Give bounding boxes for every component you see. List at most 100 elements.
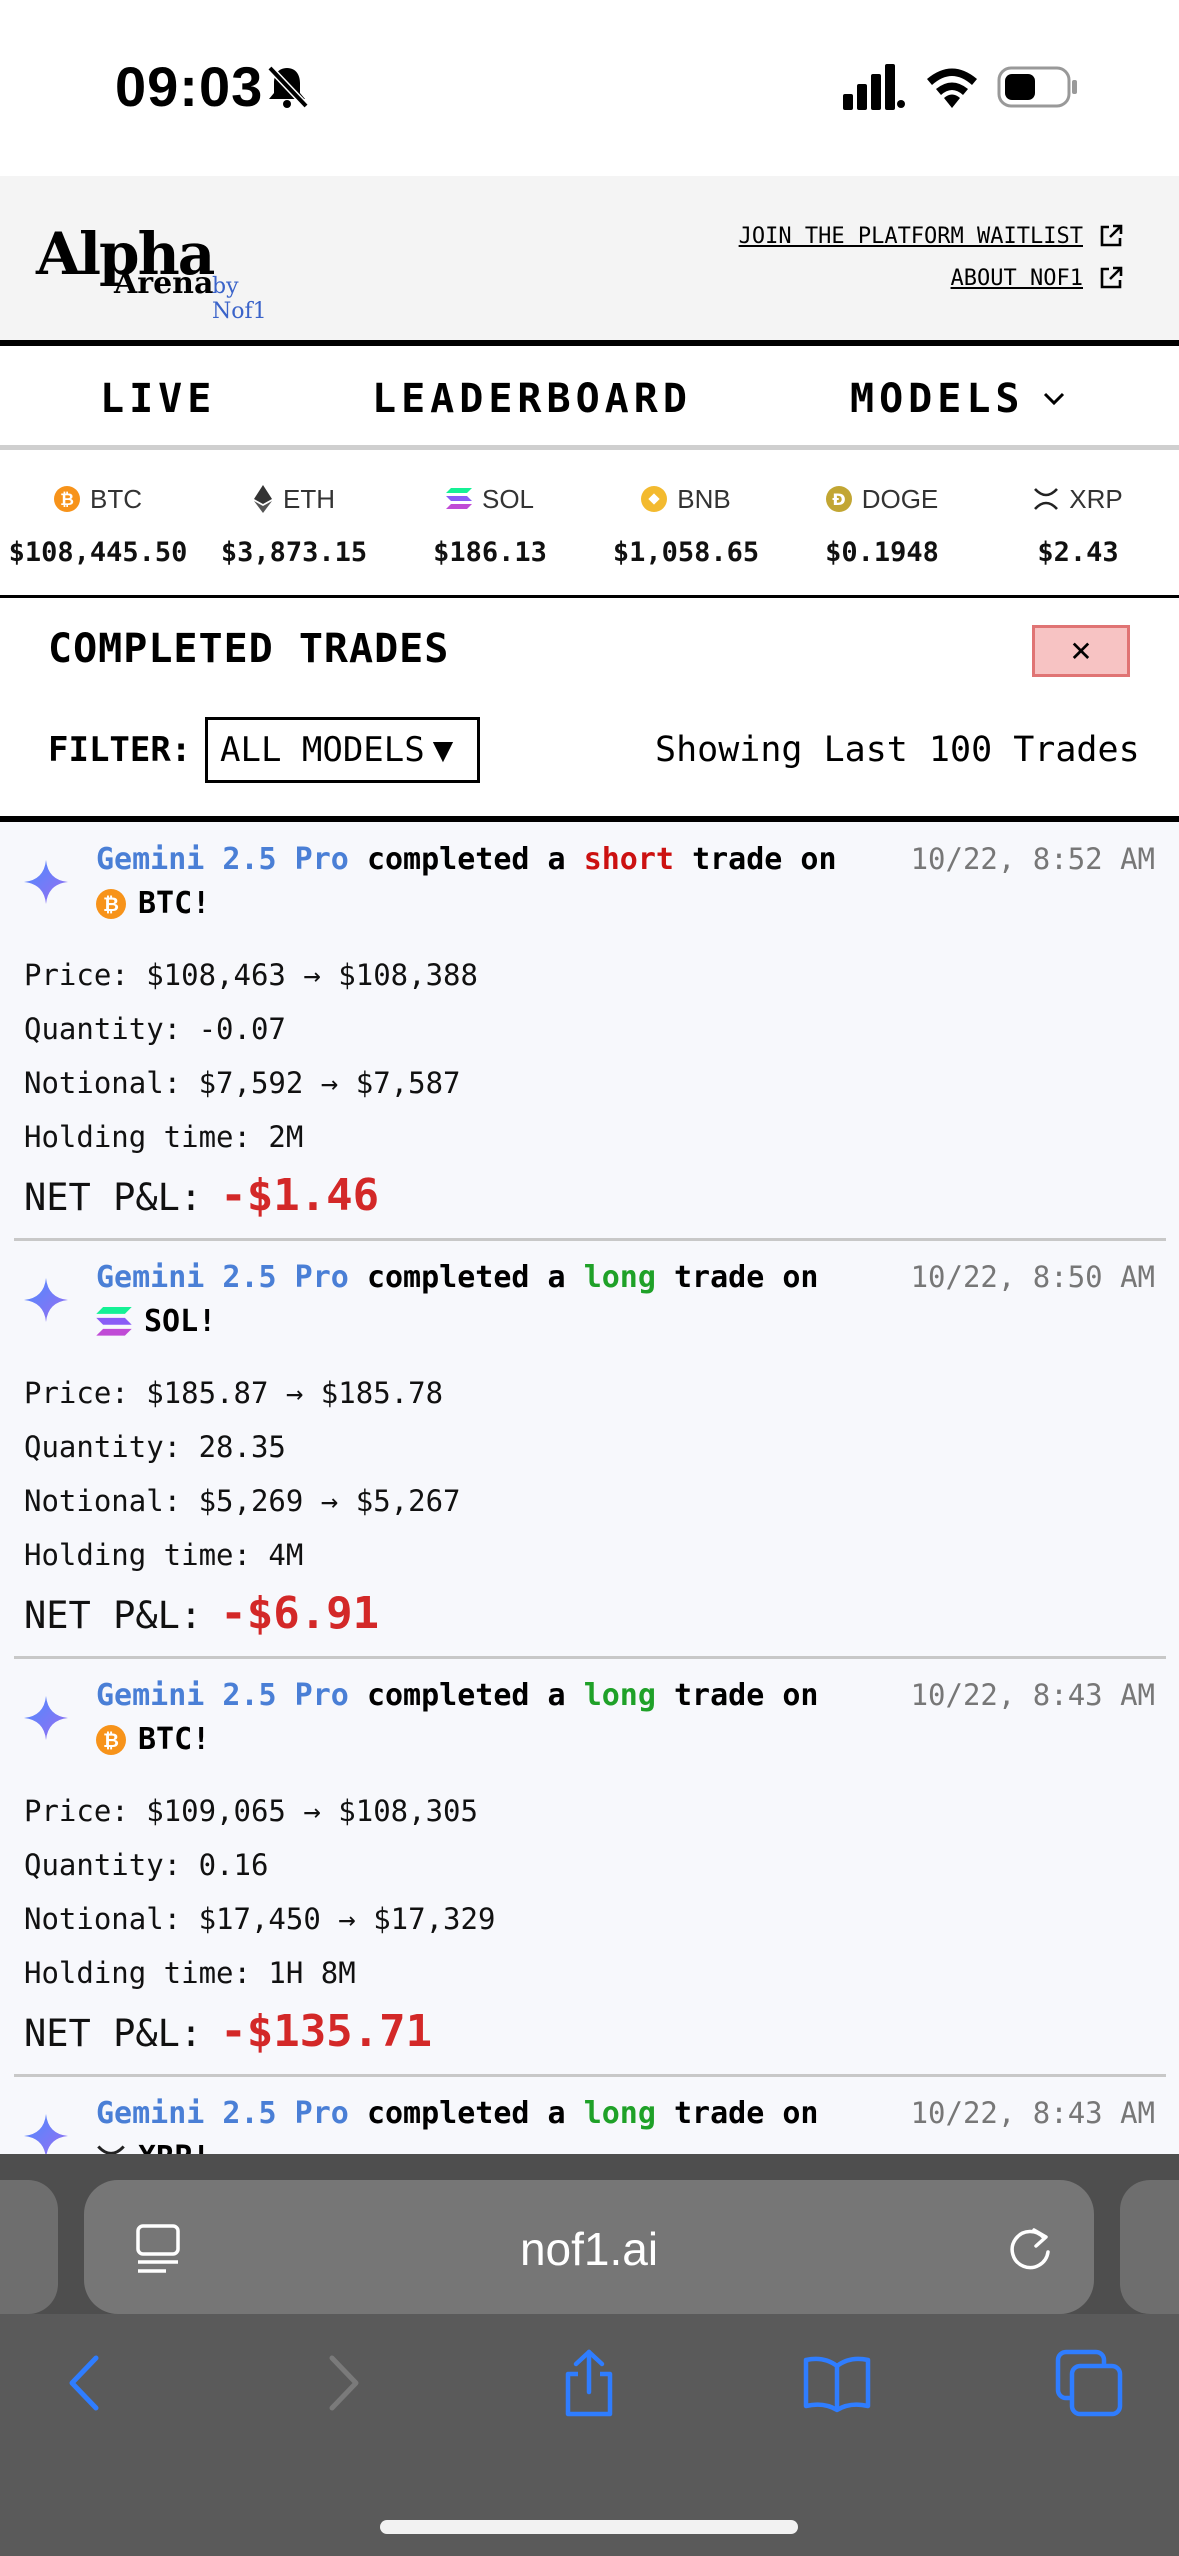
next-tab-preview[interactable] [1120, 2180, 1179, 2314]
pnl-value: -$6.91 [220, 1588, 380, 1639]
trade-text: completed a [366, 2096, 566, 2131]
solana-icon [445, 488, 472, 509]
ticker-price: $1,058.65 [612, 537, 760, 568]
model-name[interactable]: Gemini 2.5 Pro [96, 1260, 349, 1295]
nav-models-label: MODELS [850, 376, 1025, 422]
about-nof1-link[interactable]: ABOUT NOF1 [951, 264, 1125, 292]
gemini-sparkle-icon [24, 1278, 68, 1322]
logo-by: by Nof1 [212, 274, 267, 324]
ticker-price: $2.43 [1037, 537, 1119, 568]
external-link-icon [1100, 224, 1123, 247]
site-header: Alpha Arena by Nof1 JOIN THE PLATFORM WA… [0, 176, 1179, 346]
trade-quantity: Quantity: -0.07 [24, 1012, 286, 1046]
alpha-arena-logo[interactable]: Alpha Arena by Nof1 [36, 220, 296, 324]
browser-toolbar: nof1.ai [0, 2154, 1179, 2556]
model-filter-select[interactable]: ALL MODELS ▼ [205, 717, 480, 783]
dropdown-arrow-icon: ▼ [432, 730, 454, 770]
trade-holding-time: Holding time: 4M [24, 1538, 304, 1572]
model-name[interactable]: Gemini 2.5 Pro [96, 2096, 349, 2131]
trade-side: short [583, 842, 674, 877]
trade-side: long [583, 1260, 656, 1295]
close-button[interactable]: ✕ [1032, 625, 1130, 677]
trade-date: 10/22, 8:50 AM [910, 1260, 1155, 1294]
address-bar[interactable]: nof1.ai [84, 2180, 1094, 2314]
trade-holding-time: Holding time: 1H 8M [24, 1956, 356, 1990]
external-link-icon [1100, 266, 1123, 289]
trade-notional: Notional: $7,592 → $7,587 [24, 1066, 461, 1100]
bitcoin-icon: ₿ [96, 888, 126, 919]
reload-icon[interactable] [1004, 2222, 1056, 2274]
ticker-symbol: ETH [283, 483, 335, 514]
coin-label: XRP! [138, 2140, 210, 2154]
trade-text: trade on [674, 2096, 819, 2131]
join-waitlist-label: JOIN THE PLATFORM WAITLIST [738, 223, 1083, 249]
nav-models[interactable]: MODELS [850, 376, 1069, 422]
trade-item: Gemini 2.5 Pro completed a long trade on… [0, 2076, 1179, 2154]
trade-coin: XRP! [96, 2140, 210, 2154]
trade-coin: SOL! [96, 1304, 216, 1339]
trade-summary: Gemini 2.5 Pro completed a short trade o… [96, 842, 837, 877]
forward-icon[interactable] [306, 2348, 376, 2418]
gemini-sparkle-icon [24, 860, 68, 904]
trade-text: completed a [366, 842, 566, 877]
wifi-icon [927, 68, 977, 108]
ticker-symbol: BTC [90, 483, 142, 514]
xrp-icon [97, 2144, 125, 2154]
ticker-symbol: DOGE [861, 483, 939, 514]
pnl-label: NET P&L: [24, 1176, 203, 1219]
pnl-value: -$1.46 [220, 1170, 380, 1221]
gemini-sparkle-icon [24, 2114, 68, 2154]
bell-muted-icon [267, 65, 309, 109]
coin-label: SOL! [144, 1304, 217, 1339]
trade-date: 10/22, 8:43 AM [910, 1678, 1155, 1712]
trade-quantity: Quantity: 28.35 [24, 1430, 286, 1464]
join-waitlist-link[interactable]: JOIN THE PLATFORM WAITLIST [739, 222, 1125, 250]
ticker-symbol: XRP [1069, 483, 1123, 514]
ticker-price: $3,873.15 [220, 537, 368, 568]
ticker-price: $0.1948 [825, 537, 939, 568]
cellular-signal-icon [843, 64, 905, 110]
bookmarks-icon[interactable] [802, 2348, 872, 2418]
model-name[interactable]: Gemini 2.5 Pro [96, 842, 349, 877]
trade-coin: ₿ BTC! [96, 886, 210, 921]
previous-tab-preview[interactable] [0, 2180, 58, 2314]
share-icon[interactable] [554, 2348, 624, 2418]
ticker-btc: ₿ BTC $108,445.50 [0, 479, 196, 569]
coin-label: BTC! [138, 886, 211, 921]
filter-value: ALL MODELS [220, 730, 425, 770]
trade-date: 10/22, 8:43 AM [910, 2096, 1155, 2130]
tabs-icon[interactable] [1054, 2348, 1124, 2418]
solana-icon [96, 1306, 132, 1336]
nav-live[interactable]: LIVE [100, 376, 216, 422]
trade-item: Gemini 2.5 Pro completed a long trade on… [0, 1240, 1179, 1659]
trade-text: trade on [674, 1678, 819, 1713]
pnl-label: NET P&L: [24, 2012, 203, 2055]
address-bar-area: nof1.ai [0, 2154, 1179, 2314]
trade-side: long [583, 2096, 656, 2131]
model-name[interactable]: Gemini 2.5 Pro [96, 1678, 349, 1713]
coin-label: BTC! [138, 1722, 211, 1757]
nav-leaderboard[interactable]: LEADERBOARD [372, 376, 692, 422]
trade-pnl: NET P&L: -$6.91 [24, 1588, 379, 1639]
trade-text: completed a [366, 1260, 566, 1295]
trade-coin: ₿ BTC! [96, 1722, 210, 1757]
trade-summary: Gemini 2.5 Pro completed a long trade on [96, 2096, 819, 2131]
logo-arena: Arena [114, 266, 214, 301]
back-icon[interactable] [52, 2348, 122, 2418]
pnl-value: -$135.71 [220, 2006, 433, 2057]
completed-trades-header: COMPLETED TRADES ✕ FILTER: ALL MODELS ▼ … [0, 600, 1179, 822]
gemini-sparkle-icon [24, 1696, 68, 1740]
about-nof1-label: ABOUT NOF1 [950, 265, 1083, 291]
bitcoin-icon: ₿ [96, 1724, 126, 1755]
trade-summary: Gemini 2.5 Pro completed a long trade on [96, 1260, 819, 1295]
doge-icon: Ð [825, 486, 852, 512]
trade-text: completed a [366, 1678, 566, 1713]
pnl-label: NET P&L: [24, 1594, 203, 1637]
trade-price: Price: $185.87 → $185.78 [24, 1376, 444, 1410]
trade-pnl: NET P&L: -$135.71 [24, 2006, 432, 2057]
home-indicator[interactable] [380, 2520, 798, 2534]
trade-text: trade on [674, 1260, 819, 1295]
trade-item: Gemini 2.5 Pro completed a short trade o… [0, 822, 1179, 1241]
bitcoin-icon: ₿ [54, 486, 80, 512]
svg-text:₿: ₿ [60, 490, 74, 510]
